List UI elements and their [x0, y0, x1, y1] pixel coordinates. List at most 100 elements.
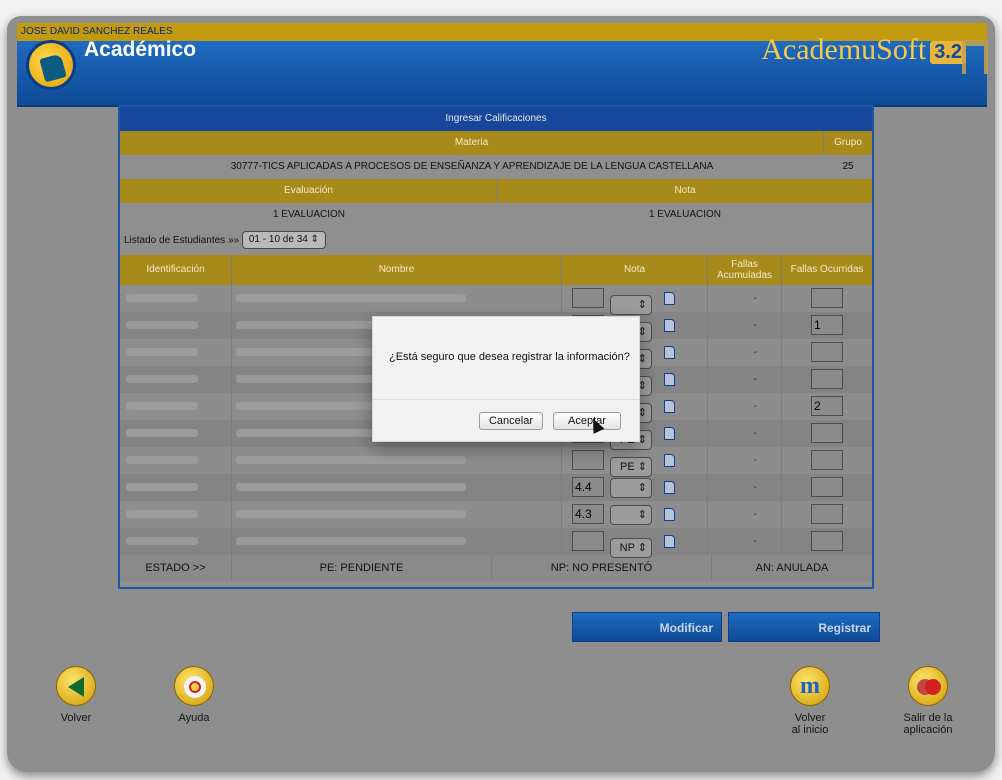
student-name: CANTILLO MARTINEZ KAREN YERINA	[232, 447, 562, 474]
student-list-label: Listado de Estudiantes »»	[124, 235, 240, 246]
fallas-acumuladas-value: -	[708, 285, 782, 312]
redacted-id: CC - 1063081086	[126, 537, 198, 545]
nota-cell: 4.4 ⇕	[562, 474, 708, 501]
fallas-ocurridas-input[interactable]	[811, 369, 843, 389]
student-id: CC - 1143249106	[120, 339, 232, 366]
col-nota: Nota	[562, 255, 708, 285]
materia-value-row: 30777-TICS APLICADAS A PROCESOS DE ENSEÑ…	[120, 155, 872, 179]
redacted-name: COHEN BADILLO ANGELICA MARIA	[236, 510, 466, 518]
fallas-ocurridas-cell	[782, 447, 872, 474]
fallas-ocurridas-input[interactable]	[811, 477, 843, 497]
materia-label: Materia	[120, 131, 824, 155]
table-row: CC - 1044422875 CERVANTES FISCHER ESTRELL…	[120, 474, 872, 501]
nota-input[interactable]	[572, 531, 604, 551]
status-legend-row: ESTADO >> PE: PENDIENTE NP: NO PRESENTÓ …	[120, 555, 872, 581]
materia-header-row: Materia Grupo	[120, 131, 872, 155]
an-legend: AN: ANULADA	[755, 562, 829, 574]
fallas-ocurridas-cell	[782, 528, 872, 555]
redacted-name: CORDERO ESPITIA KEYLA PATRICIA	[236, 537, 466, 545]
student-id: CC - 1082977104	[120, 447, 232, 474]
salir-button[interactable]: Salir de la aplicación	[888, 666, 968, 736]
cancel-button[interactable]: Cancelar	[479, 412, 543, 430]
brand-name: AcademuSoft	[761, 33, 927, 66]
building-icon	[962, 40, 988, 74]
nota-input[interactable]: 4.4	[572, 477, 604, 497]
student-page-select[interactable]: 01 - 10 de 34 ⇕	[241, 231, 326, 250]
redacted-id: CC - 1129497133	[126, 429, 198, 437]
lifebuoy-icon	[174, 666, 214, 706]
brand-logo: AcademuSoft 3.2	[761, 33, 966, 67]
redacted-name: CANTILLO MARTINEZ KAREN YERINA	[236, 456, 466, 464]
fallas-ocurridas-input[interactable]	[811, 342, 843, 362]
document-icon[interactable]	[664, 454, 675, 467]
evaluacion-header-row: Evaluación Nota	[120, 179, 872, 203]
fallas-acumuladas-value: -	[708, 312, 782, 339]
student-id: CC - 1048726901	[120, 312, 232, 339]
fallas-ocurridas-input[interactable]	[811, 423, 843, 443]
nota-status-select[interactable]: ⇕	[610, 478, 652, 498]
redacted-id: CC - 1143828072	[126, 510, 198, 518]
redacted-id: CC - 1048726901	[126, 321, 198, 329]
fallas-ocurridas-cell	[782, 285, 872, 312]
fallas-ocurridas-input[interactable]	[811, 531, 843, 551]
table-row: CC - 1063081086 CORDERO ESPITIA KEYLA PAT…	[120, 528, 872, 558]
nota-status-select[interactable]: ⇕	[610, 505, 652, 525]
col-fallas-ocurridas: Fallas Ocurridas	[790, 264, 864, 275]
document-icon[interactable]	[664, 373, 675, 386]
document-icon[interactable]	[664, 427, 675, 440]
redacted-id: CC - 1066049993	[126, 375, 198, 383]
nota-cell: PE ⇕	[562, 447, 708, 477]
document-icon[interactable]	[664, 400, 675, 413]
fallas-ocurridas-cell: 1	[782, 312, 872, 339]
grupo-value: 25	[842, 161, 854, 172]
fallas-ocurridas-input[interactable]	[811, 504, 843, 524]
exit-icon	[908, 666, 948, 706]
modificar-button[interactable]: Modificar	[572, 612, 722, 642]
volver-button[interactable]: Volver	[36, 666, 116, 724]
document-icon[interactable]	[664, 292, 675, 305]
fallas-ocurridas-input[interactable]: 1	[811, 315, 843, 335]
table-row: CC - 1082977104 CANTILLO MARTINEZ KAREN Y…	[120, 447, 872, 477]
registrar-button[interactable]: Registrar	[728, 612, 880, 642]
document-icon[interactable]	[664, 535, 675, 548]
nota-input[interactable]	[572, 288, 604, 308]
academico-logo-icon	[26, 40, 76, 90]
volver-inicio-button[interactable]: m Volver al inicio	[770, 666, 850, 736]
nota-input[interactable]: 4.3	[572, 504, 604, 524]
fallas-acumuladas-value: -	[708, 393, 782, 420]
student-name: CORDERO ESPITIA KEYLA PATRICIA	[232, 528, 562, 555]
student-id: CC - 32602399	[120, 285, 232, 312]
student-name: COHEN BADILLO ANGELICA MARIA	[232, 501, 562, 528]
grupo-label: Grupo	[834, 137, 862, 148]
materia-value: 30777-TICS APLICADAS A PROCESOS DE ENSEÑ…	[230, 161, 714, 172]
fallas-acumuladas-value: -	[708, 447, 782, 474]
document-icon[interactable]	[664, 319, 675, 332]
table-row: CC - 32602399 AFRICANO DE LA HOZ ... ⇕-	[120, 285, 872, 315]
document-icon[interactable]	[664, 346, 675, 359]
fallas-ocurridas-cell	[782, 474, 872, 501]
panel-title: Ingresar Calificaciones	[120, 107, 872, 131]
student-name: CERVANTES FISCHER ESTRELLA SOFIA	[232, 474, 562, 501]
fallas-ocurridas-input[interactable]	[811, 288, 843, 308]
fallas-acumuladas-value: -	[708, 339, 782, 366]
student-id: CC - 1063081086	[120, 528, 232, 555]
evaluacion-label: Evaluación	[120, 179, 498, 203]
nota-cell: ⇕	[562, 285, 708, 315]
col-nombre: Nombre	[232, 255, 562, 285]
nota-input[interactable]	[572, 450, 604, 470]
document-icon[interactable]	[664, 508, 675, 521]
document-icon[interactable]	[664, 481, 675, 494]
fallas-acumuladas-value: -	[708, 366, 782, 393]
student-id: CC - 32903277	[120, 393, 232, 420]
evaluacion-value-row: 1 EVALUACION 1 EVALUACION	[120, 203, 872, 227]
fallas-ocurridas-input[interactable]: 2	[811, 396, 843, 416]
students-table-header: Identificación Nombre Nota Fallas Acumul…	[120, 255, 872, 285]
redacted-id: CC - 32602399	[126, 294, 198, 302]
fallas-ocurridas-input[interactable]	[811, 450, 843, 470]
fallas-ocurridas-cell	[782, 420, 872, 447]
student-id: CC - 1143828072	[120, 501, 232, 528]
student-id: CC - 1044422875	[120, 474, 232, 501]
ayuda-button[interactable]: Ayuda	[154, 666, 234, 724]
user-name: JOSE DAVID SANCHEZ REALES	[21, 26, 173, 37]
student-list-row: Listado de Estudiantes »» 01 - 10 de 34 …	[120, 227, 872, 255]
